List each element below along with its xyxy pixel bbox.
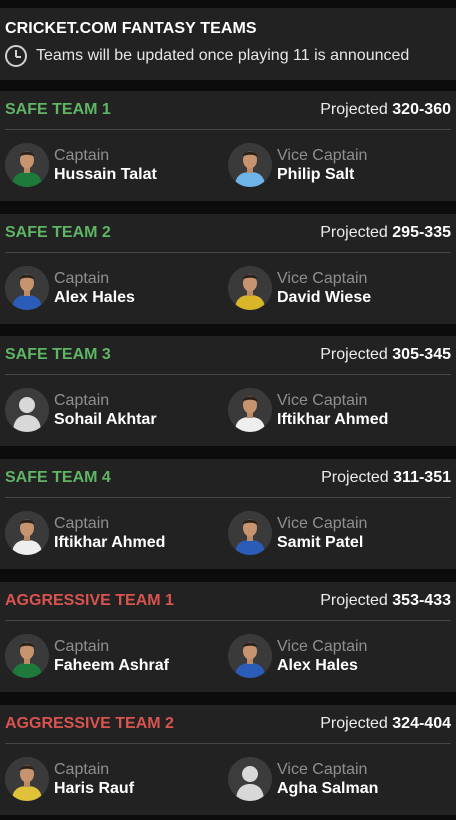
player-name: Iftikhar Ahmed xyxy=(277,411,389,428)
projected-label: Projected xyxy=(320,101,388,118)
team-card-header: SAFE TEAM 2 Projected 295-335 xyxy=(0,214,456,252)
player-name: Sohail Akhtar xyxy=(54,411,157,428)
page-title: CRICKET.COM FANTASY TEAMS xyxy=(5,20,257,37)
vice-captain-entry[interactable]: Vice Captain Agha Salman xyxy=(228,755,378,803)
divider xyxy=(5,374,451,375)
projected-label: Projected xyxy=(320,224,388,241)
role-label: Vice Captain xyxy=(277,147,368,164)
team-card[interactable]: SAFE TEAM 4 Projected 311-351 Captain Iftik… xyxy=(0,459,456,569)
role-label: Vice Captain xyxy=(277,761,368,778)
team-card-header: SAFE TEAM 4 Projected 311-351 xyxy=(0,459,456,497)
captain-entry[interactable]: Captain Hussain Talat xyxy=(5,141,157,189)
player-name: Agha Salman xyxy=(277,780,379,797)
projected-score: Projected 353-433 xyxy=(320,592,451,610)
vice-captain-entry[interactable]: Vice Captain David Wiese xyxy=(228,264,371,312)
role-label: Vice Captain xyxy=(277,515,368,532)
divider xyxy=(5,129,451,130)
team-card-header: SAFE TEAM 1 Projected 320-360 xyxy=(0,91,456,129)
avatar xyxy=(228,634,272,678)
header-banner: CRICKET.COM FANTASY TEAMS Teams will be … xyxy=(0,8,456,80)
projected-range: 311-351 xyxy=(393,469,451,486)
team-card-header: AGGRESSIVE TEAM 2 Projected 324-404 xyxy=(0,705,456,743)
projected-range: 295-335 xyxy=(392,224,451,241)
role-label: Vice Captain xyxy=(277,392,368,409)
role-label: Captain xyxy=(54,761,110,778)
projected-score: Projected 320-360 xyxy=(320,101,451,119)
projected-label: Projected xyxy=(320,346,388,363)
team-card-header: SAFE TEAM 3 Projected 305-345 xyxy=(0,336,456,374)
divider xyxy=(5,620,451,621)
avatar xyxy=(5,143,49,187)
avatar xyxy=(5,757,49,801)
team-card[interactable]: SAFE TEAM 3 Projected 305-345 Captain Sohai… xyxy=(0,336,456,446)
team-card[interactable]: AGGRESSIVE TEAM 1 Projected 353-433 Captai… xyxy=(0,582,456,692)
avatar xyxy=(228,757,272,801)
avatar xyxy=(5,388,49,432)
clock-icon xyxy=(5,45,27,67)
avatar xyxy=(228,511,272,555)
team-card[interactable]: SAFE TEAM 2 Projected 295-335 Captain Alex … xyxy=(0,214,456,324)
player-name: Hussain Talat xyxy=(54,166,157,183)
update-notice: Teams will be updated once playing 11 is… xyxy=(5,44,409,68)
player-name: Philip Salt xyxy=(277,166,355,183)
avatar xyxy=(5,511,49,555)
captain-entry[interactable]: Captain Faheem Ashraf xyxy=(5,632,169,680)
vice-captain-entry[interactable]: Vice Captain Philip Salt xyxy=(228,141,367,189)
role-label: Captain xyxy=(54,147,110,164)
team-name: AGGRESSIVE TEAM 2 xyxy=(5,715,174,732)
player-name: Iftikhar Ahmed xyxy=(54,534,166,551)
projected-range: 353-433 xyxy=(392,592,451,609)
team-card[interactable]: SAFE TEAM 1 Projected 320-360 Captain Hussa… xyxy=(0,91,456,201)
player-name: David Wiese xyxy=(277,289,372,306)
vice-captain-entry[interactable]: Vice Captain Alex Hales xyxy=(228,632,367,680)
projected-label: Projected xyxy=(320,715,388,732)
player-name: Alex Hales xyxy=(54,289,135,306)
avatar xyxy=(228,266,272,310)
projected-score: Projected 295-335 xyxy=(320,224,451,242)
team-name: SAFE TEAM 1 xyxy=(5,101,111,118)
team-name: AGGRESSIVE TEAM 1 xyxy=(5,592,174,609)
vice-captain-entry[interactable]: Vice Captain Iftikhar Ahmed xyxy=(228,386,388,434)
divider xyxy=(5,497,451,498)
avatar xyxy=(228,143,272,187)
projected-label: Projected xyxy=(321,469,389,486)
player-name: Faheem Ashraf xyxy=(54,657,169,674)
captain-entry[interactable]: Captain Sohail Akhtar xyxy=(5,386,157,434)
role-label: Captain xyxy=(54,270,110,287)
projected-range: 324-404 xyxy=(392,715,451,732)
avatar xyxy=(5,634,49,678)
captain-entry[interactable]: Captain Haris Rauf xyxy=(5,755,134,803)
team-card[interactable]: AGGRESSIVE TEAM 2 Projected 324-404 Captai… xyxy=(0,705,456,815)
team-card-header: AGGRESSIVE TEAM 1 Projected 353-433 xyxy=(0,582,456,620)
team-name: SAFE TEAM 3 xyxy=(5,346,111,363)
vice-captain-entry[interactable]: Vice Captain Samit Patel xyxy=(228,509,367,557)
projected-score: Projected 324-404 xyxy=(320,715,451,733)
role-label: Vice Captain xyxy=(277,638,368,655)
projected-range: 305-345 xyxy=(392,346,451,363)
captain-entry[interactable]: Captain Iftikhar Ahmed xyxy=(5,509,165,557)
captain-entry[interactable]: Captain Alex Hales xyxy=(5,264,135,312)
projected-score: Projected 311-351 xyxy=(321,469,451,487)
role-label: Vice Captain xyxy=(277,270,368,287)
role-label: Captain xyxy=(54,638,110,655)
team-name: SAFE TEAM 2 xyxy=(5,224,111,241)
role-label: Captain xyxy=(54,392,110,409)
role-label: Captain xyxy=(54,515,110,532)
player-name: Haris Rauf xyxy=(54,780,135,797)
divider xyxy=(5,252,451,253)
avatar xyxy=(228,388,272,432)
projected-label: Projected xyxy=(320,592,388,609)
divider xyxy=(5,743,451,744)
player-name: Samit Patel xyxy=(277,534,364,551)
team-name: SAFE TEAM 4 xyxy=(5,469,111,486)
avatar xyxy=(5,266,49,310)
projected-range: 320-360 xyxy=(392,101,451,118)
update-notice-text: Teams will be updated once playing 11 is… xyxy=(36,47,410,64)
projected-score: Projected 305-345 xyxy=(320,346,451,364)
player-name: Alex Hales xyxy=(277,657,358,674)
